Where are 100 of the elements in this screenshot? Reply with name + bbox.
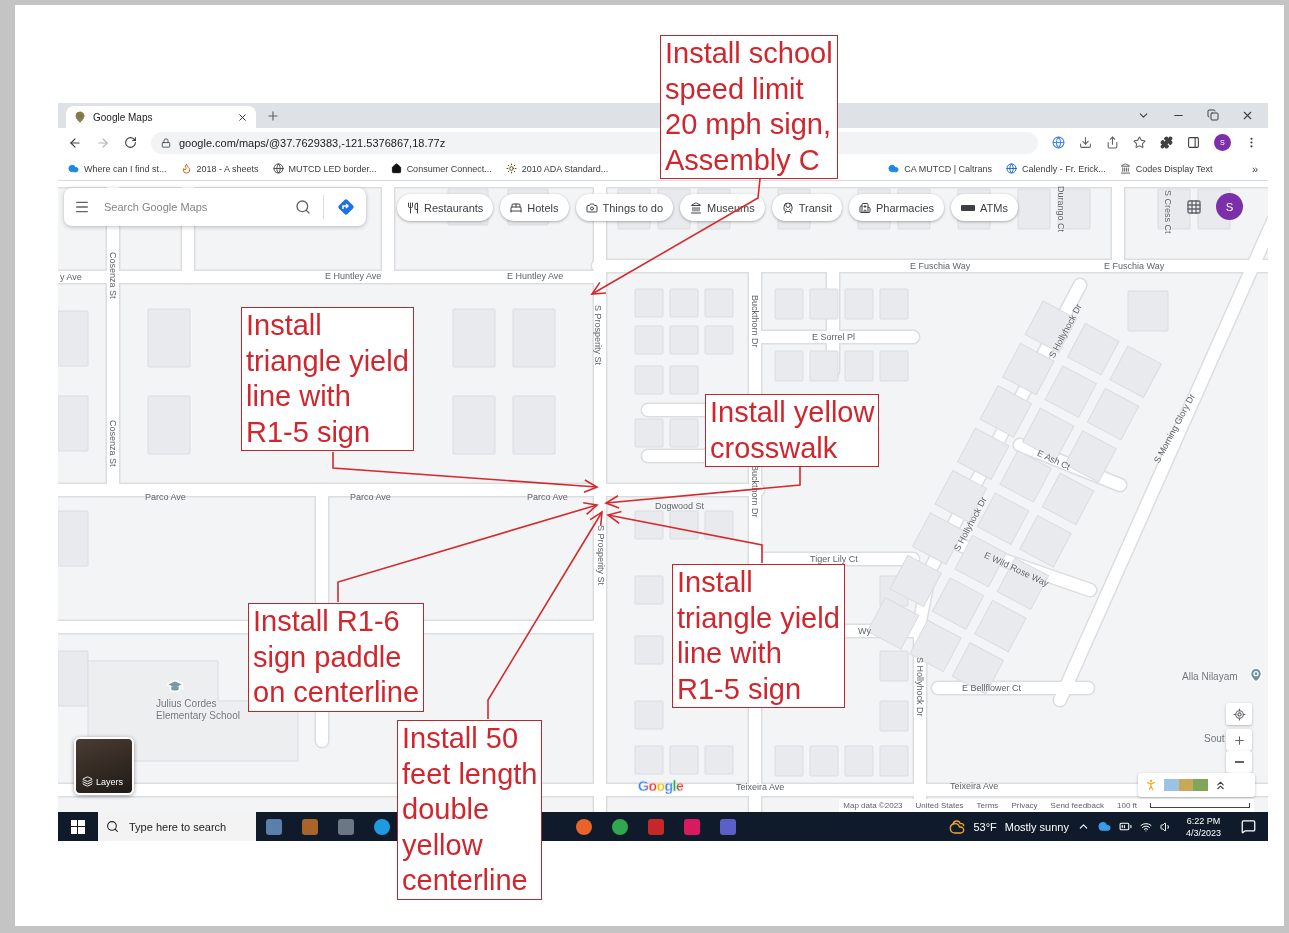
windows-logo-icon: [71, 819, 85, 834]
street-label: S Prosperity St: [593, 305, 603, 366]
taskbar-search-field[interactable]: Type here to search: [98, 812, 256, 841]
bookmark-link[interactable]: CA MUTCD | Caltrans: [888, 163, 993, 174]
street-label: Teixeira Ave: [950, 781, 999, 791]
cloud-icon[interactable]: [1097, 820, 1111, 833]
street-label: Dogwood St: [655, 501, 705, 511]
street-label: E Fuschia Way: [910, 261, 971, 271]
street-label: S Hollyhock Dr: [915, 657, 925, 717]
temperature[interactable]: 53°F: [973, 820, 997, 833]
zoom-out-button[interactable]: [1226, 751, 1252, 773]
street-label: Cosenza St: [108, 252, 118, 299]
weather-text[interactable]: Mostly sunny: [1004, 820, 1069, 833]
annotation-callout: Install school speed limit 20 mph sign, Assembly C: [660, 35, 838, 179]
bookmark-link[interactable]: 2010 ADA Standard...: [505, 163, 609, 174]
place-label[interactable]: Alla Nilayam: [1182, 671, 1238, 683]
star-icon[interactable]: [1133, 136, 1146, 149]
cloud-icon: [68, 163, 79, 174]
street-label: Tiger Lily Ct: [810, 554, 858, 564]
annotation-callout: Install triangle yield line with R1-5 sign: [672, 564, 845, 708]
category-icon: [781, 201, 794, 214]
street-label: E Bellflower Ct: [962, 683, 1022, 693]
globe-icon: [272, 163, 284, 174]
place-label: Sout: [1204, 733, 1225, 744]
wifi-icon[interactable]: [1139, 820, 1152, 833]
restore-icon[interactable]: [1207, 109, 1219, 121]
globe-icon[interactable]: [1052, 136, 1065, 149]
street-label: E Wild Rose Way: [982, 550, 1051, 589]
footer-link[interactable]: Privacy: [1011, 801, 1038, 810]
category-chip[interactable]: Things to do: [575, 194, 674, 221]
category-icon: [510, 201, 523, 214]
share-icon[interactable]: [1106, 136, 1119, 149]
category-icon: [585, 201, 598, 214]
clock[interactable]: 6:22 PM 4/3/2023: [1185, 814, 1221, 839]
notifications-icon[interactable]: [1241, 819, 1256, 834]
layers-icon: [82, 776, 93, 787]
weather-icon[interactable]: [949, 818, 966, 835]
puzzle-icon[interactable]: [1160, 136, 1173, 149]
house-icon: [390, 163, 402, 174]
menu-icon[interactable]: [74, 199, 90, 215]
battery-icon[interactable]: [1118, 820, 1132, 833]
annotation-callout: Install 50 feet length double yellow centerline: [397, 720, 543, 900]
category-chip[interactable]: ATMs: [951, 194, 1018, 221]
bookmarks-overflow[interactable]: »: [1251, 162, 1258, 175]
bookmark-link[interactable]: Where can I find st...: [68, 163, 167, 174]
annotation-callout: Install R1-6 sign paddle on centerline: [248, 603, 425, 712]
search-icon: [106, 820, 119, 833]
zoom-in-button[interactable]: [1226, 729, 1252, 751]
footer-text: Map data ©2023: [843, 801, 903, 810]
minus-icon: [1234, 761, 1244, 763]
map-type-thumbnails[interactable]: [1164, 779, 1208, 791]
reload-icon[interactable]: [124, 136, 137, 149]
bookmark-link[interactable]: Codes Display Text: [1119, 163, 1213, 174]
street-label: Wy: [858, 626, 871, 636]
search-icon[interactable]: [295, 199, 311, 215]
street-label: Buckthorn Dr: [750, 295, 760, 348]
map-pin-icon[interactable]: [1248, 667, 1264, 683]
close-icon[interactable]: [237, 111, 248, 123]
locate-button[interactable]: [1226, 703, 1252, 725]
close-icon[interactable]: [1241, 109, 1254, 122]
map-pin-icon: [74, 111, 86, 123]
search-input[interactable]: Search Google Maps: [102, 200, 283, 214]
install-icon[interactable]: [1079, 136, 1092, 149]
category-icon: [407, 201, 419, 214]
footer-text: United States: [915, 801, 964, 810]
category-chip[interactable]: Hotels: [500, 194, 569, 221]
street-label: Parco Ave: [350, 492, 391, 502]
street-label: E Huntley Ave: [325, 271, 382, 281]
apps-grid-icon[interactable]: [1186, 198, 1202, 215]
volume-icon[interactable]: [1159, 820, 1172, 833]
category-chip[interactable]: Transit: [771, 194, 842, 221]
street-label: E Ash Ct: [1035, 448, 1072, 472]
columns-icon: [1119, 163, 1131, 174]
category-icon: [858, 201, 871, 214]
layers-button[interactable]: Layers: [74, 737, 134, 795]
cloud-icon: [888, 163, 900, 174]
taskbar-search-input[interactable]: Type here to search: [127, 819, 247, 834]
back-icon[interactable]: [68, 135, 82, 150]
category-chip[interactable]: Restaurants: [397, 194, 494, 221]
footer-link[interactable]: Terms: [976, 801, 999, 810]
category-chip[interactable]: Pharmacies: [848, 194, 945, 221]
lock-icon: [161, 137, 171, 148]
street-label: y Ave: [60, 272, 82, 282]
bookmark-link[interactable]: 2018 - A sheets: [180, 163, 259, 174]
annotation-callout: Install triangle yield line with R1-5 sign: [241, 307, 414, 451]
street-label: Durango Ct: [1056, 186, 1066, 233]
bookmark-link[interactable]: Consumer Connect...: [390, 163, 492, 174]
bookmark-link[interactable]: MUTCD LED border...: [272, 163, 377, 174]
school-pin-icon[interactable]: [166, 677, 184, 695]
street-label: E Sorrel Pl: [812, 332, 855, 342]
street-label: E Huntley Ave: [507, 271, 564, 281]
browser-tab[interactable]: Google Maps: [66, 106, 256, 128]
street-label: Parco Ave: [145, 492, 186, 502]
street-label: S Cress Ct: [1163, 190, 1173, 234]
bookmark-link[interactable]: Calendly - Fr. Erick...: [1006, 163, 1106, 174]
account-avatar[interactable]: S: [1216, 193, 1243, 220]
footer-link[interactable]: Send feedback: [1050, 801, 1104, 810]
place-label[interactable]: Julius Cordes Elementary School: [156, 698, 246, 721]
street-label: Teixeira Ave: [736, 782, 785, 792]
side-panel-icon[interactable]: [1187, 136, 1200, 149]
